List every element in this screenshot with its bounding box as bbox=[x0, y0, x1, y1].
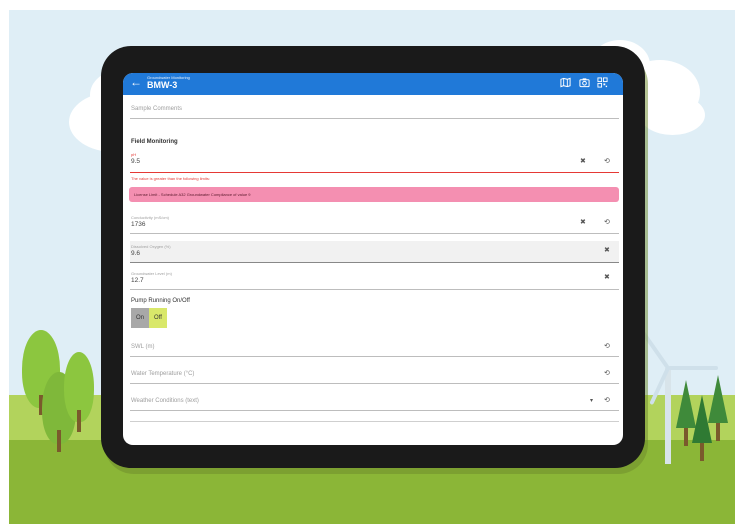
history-icon[interactable]: ⟲ bbox=[604, 397, 610, 405]
tree-trunk bbox=[700, 443, 704, 461]
app-bar: ← Groundwater Monitoring BMW-3 bbox=[123, 73, 623, 95]
pump-label: Pump Running On/Off bbox=[131, 298, 190, 304]
conductivity-label: Conductivity (mS/cm) bbox=[131, 215, 170, 220]
dissolved-oxygen-label: Dissolved Oxygen (%) bbox=[131, 244, 171, 249]
history-icon[interactable]: ⟲ bbox=[604, 219, 610, 227]
wind-turbine bbox=[665, 368, 671, 464]
form-content: Sample Comments Field Monitoring pH 9.5 … bbox=[123, 95, 623, 445]
weather-conditions-field[interactable]: Weather Conditions (text) ▾ ⟲ bbox=[130, 389, 619, 411]
qr-code-icon[interactable] bbox=[597, 77, 608, 88]
groundwater-level-field[interactable]: Groundwater Level (m) 12.7 ✖ bbox=[130, 268, 619, 290]
scene-background: ← Groundwater Monitoring BMW-3 Sample Co… bbox=[0, 0, 735, 524]
field-underline bbox=[130, 289, 619, 290]
tree-trunk bbox=[77, 410, 81, 432]
water-temperature-placeholder: Water Temperature (°C) bbox=[131, 371, 195, 377]
sample-comments-placeholder: Sample Comments bbox=[131, 106, 183, 112]
tree-trunk bbox=[684, 428, 688, 446]
swl-field[interactable]: SWL (m) ⟲ bbox=[130, 335, 619, 357]
water-temperature-field[interactable]: Water Temperature (°C) ⟲ bbox=[130, 362, 619, 384]
field-underline bbox=[130, 172, 619, 173]
clear-icon[interactable]: ✖ bbox=[580, 158, 586, 166]
app-screen: ← Groundwater Monitoring BMW-3 Sample Co… bbox=[123, 73, 623, 445]
dissolved-oxygen-field[interactable]: Dissolved Oxygen (%) 9.6 ✖ bbox=[130, 241, 619, 263]
ph-limit-alert-text: License Limit - Schedule A32 Groundwater… bbox=[134, 192, 251, 197]
clear-icon[interactable]: ✖ bbox=[604, 247, 610, 255]
turbine-blade bbox=[668, 366, 718, 370]
groundwater-level-label: Groundwater Level (m) bbox=[131, 271, 172, 276]
tree-trunk bbox=[716, 423, 720, 441]
field-fill bbox=[130, 241, 619, 263]
history-icon[interactable]: ⟲ bbox=[604, 370, 610, 378]
pine-tree bbox=[708, 375, 728, 423]
field-underline bbox=[130, 233, 619, 234]
ph-field[interactable]: pH 9.5 ✖ ⟲ bbox=[130, 151, 619, 173]
camera-icon[interactable] bbox=[579, 77, 590, 88]
field-underline bbox=[130, 118, 619, 119]
dissolved-oxygen-value: 9.6 bbox=[131, 250, 141, 257]
cloud bbox=[640, 95, 705, 135]
field-underline bbox=[130, 262, 619, 263]
weather-conditions-placeholder: Weather Conditions (text) bbox=[131, 398, 199, 404]
ph-value: 9.5 bbox=[131, 158, 141, 165]
pump-on-option[interactable]: On bbox=[131, 308, 149, 328]
form-bottom-divider bbox=[130, 421, 619, 422]
conductivity-value: 1736 bbox=[131, 221, 146, 228]
arrow-back-icon[interactable]: ← bbox=[130, 75, 142, 89]
page-title: BMW-3 bbox=[147, 80, 178, 90]
field-underline bbox=[130, 383, 619, 384]
swl-placeholder: SWL (m) bbox=[131, 344, 155, 350]
sample-comments-field[interactable]: Sample Comments bbox=[130, 95, 619, 119]
pump-off-option[interactable]: Off bbox=[149, 308, 167, 328]
tree-trunk bbox=[57, 430, 61, 452]
history-icon[interactable]: ⟲ bbox=[604, 158, 610, 166]
field-underline bbox=[130, 410, 619, 411]
conductivity-field[interactable]: Conductivity (mS/cm) 1736 ✖ ⟲ bbox=[130, 213, 619, 234]
ph-limit-alert: License Limit - Schedule A32 Groundwater… bbox=[129, 187, 619, 202]
clear-icon[interactable]: ✖ bbox=[604, 274, 610, 282]
ph-label: pH bbox=[131, 152, 137, 157]
ph-error-text: The value is greater than the following … bbox=[131, 176, 210, 181]
section-title: Field Monitoring bbox=[131, 139, 178, 145]
pump-toggle: On Off bbox=[131, 308, 167, 328]
chevron-down-icon[interactable]: ▾ bbox=[590, 397, 593, 405]
clear-icon[interactable]: ✖ bbox=[580, 219, 586, 227]
groundwater-level-value: 12.7 bbox=[131, 277, 144, 284]
field-underline bbox=[130, 356, 619, 357]
history-icon[interactable]: ⟲ bbox=[604, 343, 610, 351]
map-icon[interactable] bbox=[560, 77, 571, 88]
